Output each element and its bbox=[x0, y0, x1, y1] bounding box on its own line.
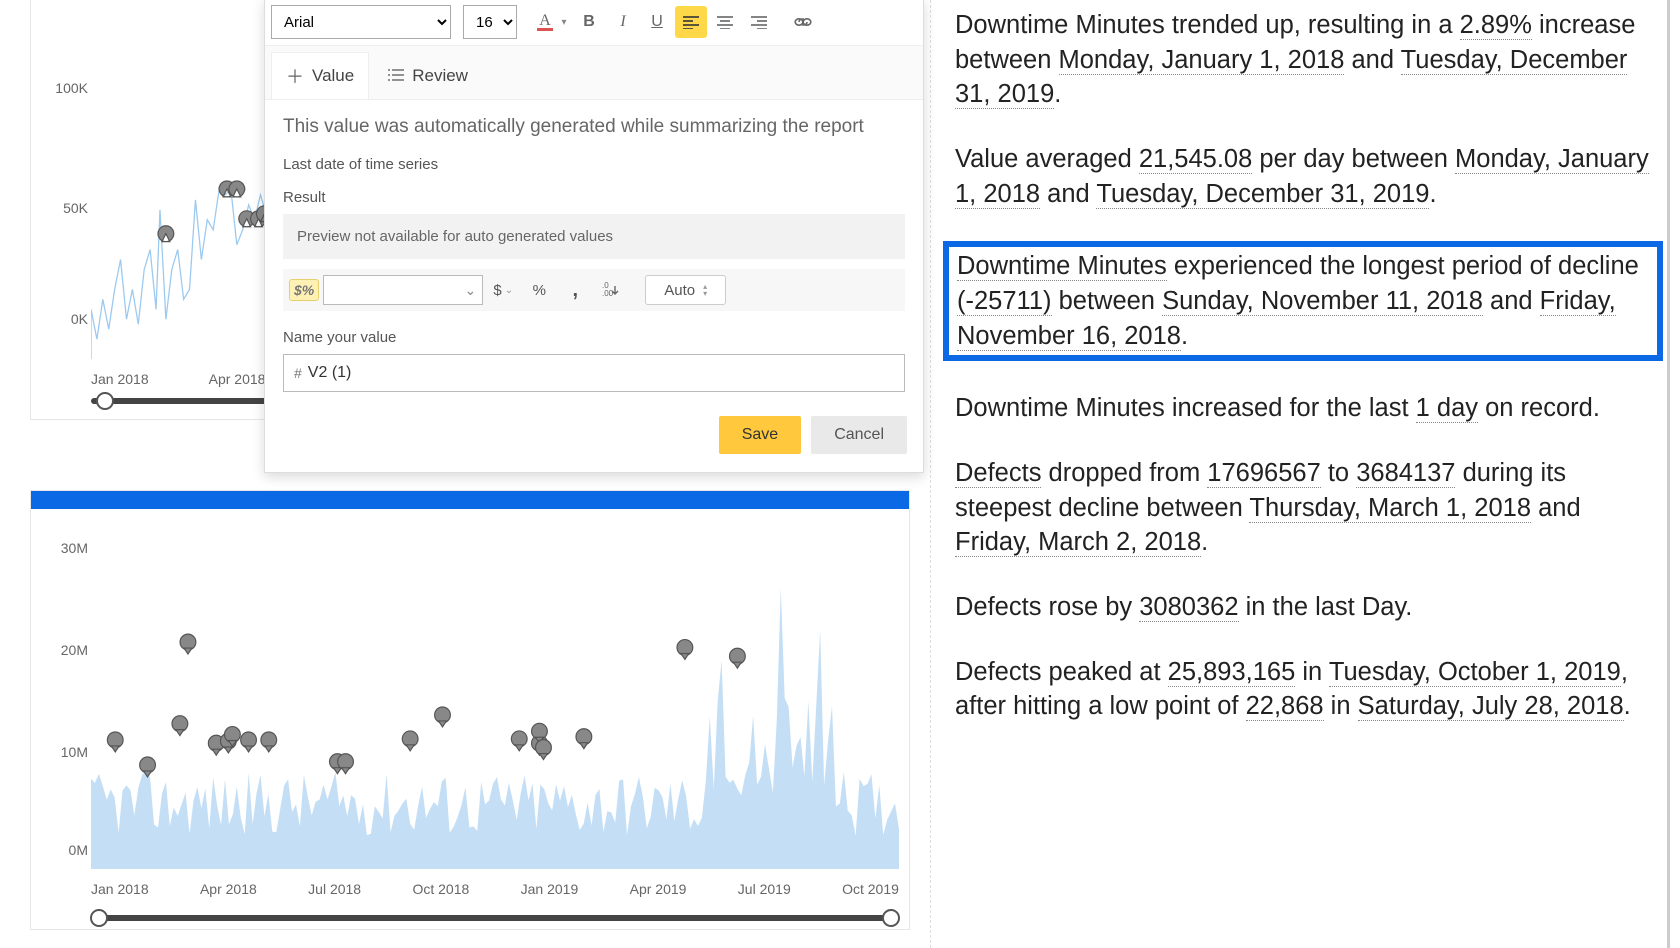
align-left-button[interactable] bbox=[675, 6, 707, 38]
slider-thumb-left[interactable] bbox=[96, 392, 114, 410]
format-row: $% ⌄ $ ⌄ % , .0.00 Auto ▴▾ bbox=[283, 269, 905, 311]
insight-paragraph[interactable]: Defects dropped from 17696567 to 3684137… bbox=[955, 456, 1653, 560]
x-tick: Jan 2018 bbox=[91, 881, 149, 901]
chart-header-band bbox=[31, 491, 909, 509]
x-tick: Apr 2019 bbox=[630, 881, 687, 901]
insight-paragraph-selected[interactable]: Downtime Minutes experienced the longest… bbox=[943, 241, 1663, 361]
insight-value[interactable]: 2.89% bbox=[1460, 11, 1532, 40]
slider-thumb-right[interactable] bbox=[882, 909, 900, 927]
format-type-dropdown[interactable]: ⌄ bbox=[323, 275, 483, 305]
tab-value[interactable]: ＋ Value bbox=[271, 52, 369, 99]
format-currency-button[interactable]: $ ⌄ bbox=[487, 275, 519, 305]
align-center-button[interactable] bbox=[709, 6, 741, 38]
value-description: Last date of time series bbox=[283, 156, 905, 173]
y-tick: 50K bbox=[63, 200, 88, 216]
chevron-down-icon: ⌄ bbox=[505, 285, 513, 296]
chart2-y-axis: 30M 20M 10M 0M bbox=[39, 491, 94, 869]
list-icon bbox=[388, 66, 404, 87]
smart-narrative-value-dialog: Arial 16 A ▾ B I U bbox=[264, 0, 924, 473]
insight-paragraph[interactable]: Downtime Minutes trended up, resulting i… bbox=[955, 8, 1653, 112]
dialog-buttons: Save Cancel bbox=[265, 398, 923, 460]
value-name-text: V2 (1) bbox=[308, 364, 352, 382]
underline-button[interactable]: U bbox=[641, 6, 673, 38]
insight-value[interactable]: Monday, January 1, 2018 bbox=[1059, 46, 1345, 75]
insight-value[interactable]: 17696567 bbox=[1207, 459, 1320, 488]
insight-value[interactable]: Saturday, July 28, 2018 bbox=[1358, 692, 1624, 721]
y-tick: 30M bbox=[61, 540, 88, 556]
insight-paragraph[interactable]: Defects rose by 3080362 in the last Day. bbox=[955, 590, 1653, 625]
x-tick: Jan 2019 bbox=[521, 881, 579, 901]
chart2-range-slider[interactable] bbox=[91, 915, 899, 921]
format-percent-button[interactable]: % bbox=[523, 275, 555, 305]
font-family-select[interactable]: Arial bbox=[271, 5, 451, 39]
chart1-range-slider[interactable] bbox=[91, 398, 269, 404]
x-tick: Oct 2019 bbox=[842, 881, 899, 901]
x-tick: Apr 2018 bbox=[200, 881, 257, 901]
format-badge-icon: $% bbox=[289, 279, 319, 301]
insight-value[interactable]: 3684137 bbox=[1356, 459, 1455, 488]
insight-paragraph[interactable]: Value averaged 21,545.08 per day between… bbox=[955, 142, 1653, 211]
hash-icon: # bbox=[294, 365, 302, 381]
tab-label: Value bbox=[312, 66, 354, 86]
x-tick: Jan 2018 bbox=[91, 371, 149, 391]
plus-icon: ＋ bbox=[286, 63, 304, 89]
hyperlink-button[interactable] bbox=[787, 6, 819, 38]
format-decimal-button[interactable]: .0.00 bbox=[595, 275, 627, 305]
tab-review[interactable]: Review bbox=[373, 52, 483, 99]
y-tick: 100K bbox=[55, 80, 88, 96]
save-button[interactable]: Save bbox=[719, 416, 801, 454]
value-name-input[interactable]: # V2 (1) bbox=[283, 354, 905, 392]
y-tick: 0M bbox=[69, 842, 88, 858]
insight-value[interactable]: Thursday, March 1, 2018 bbox=[1249, 494, 1531, 523]
insight-value[interactable]: 1 day bbox=[1416, 394, 1478, 423]
insight-value[interactable]: Tuesday, October 1, 2019 bbox=[1329, 658, 1621, 687]
align-right-button[interactable] bbox=[743, 6, 775, 38]
tab-label: Review bbox=[412, 66, 468, 86]
x-tick: Jul 2019 bbox=[738, 881, 791, 901]
dialog-body: This value was automatically generated w… bbox=[265, 100, 923, 398]
chart2-plot-area bbox=[91, 521, 899, 869]
smart-narrative-text[interactable]: Downtime Minutes trended up, resulting i… bbox=[930, 0, 1670, 948]
chevron-down-icon: ⌄ bbox=[465, 282, 477, 299]
dialog-tabs: ＋ Value Review bbox=[265, 46, 923, 100]
insight-paragraph[interactable]: Defects peaked at 25,893,165 in Tuesday,… bbox=[955, 655, 1653, 724]
chart2-x-axis: Jan 2018 Apr 2018 Jul 2018 Oct 2018 Jan … bbox=[91, 881, 899, 901]
bold-button[interactable]: B bbox=[573, 6, 605, 38]
insight-value[interactable]: 3080362 bbox=[1139, 593, 1238, 622]
font-size-select[interactable]: 16 bbox=[463, 5, 517, 39]
auto-generated-hint: This value was automatically generated w… bbox=[283, 116, 905, 138]
result-preview: Preview not available for auto generated… bbox=[283, 214, 905, 259]
insight-paragraph[interactable]: Downtime Minutes increased for the last … bbox=[955, 391, 1653, 426]
y-tick: 10M bbox=[61, 744, 88, 760]
report-canvas-left: 100K 50K 0K Jan 2018 Apr 2018 bbox=[10, 0, 930, 948]
insight-value[interactable]: 22,868 bbox=[1246, 692, 1324, 721]
insight-value[interactable]: Downtime Minutes bbox=[957, 252, 1167, 281]
y-tick: 20M bbox=[61, 642, 88, 658]
svg-text:.00: .00 bbox=[602, 289, 614, 298]
slider-thumb-left[interactable] bbox=[90, 909, 108, 927]
y-tick: 0K bbox=[71, 311, 88, 327]
insight-value[interactable]: Defects bbox=[955, 459, 1041, 488]
insight-value[interactable]: 21,545.08 bbox=[1139, 145, 1252, 174]
font-color-caret[interactable]: ▾ bbox=[557, 6, 571, 38]
insight-value[interactable]: (-25711) bbox=[957, 287, 1052, 316]
insight-value[interactable]: Friday, March 2, 2018 bbox=[955, 528, 1201, 557]
insight-value[interactable]: Tuesday, December 31, 2019 bbox=[1096, 180, 1429, 209]
stepper-icon: ▴▾ bbox=[703, 283, 707, 297]
format-auto-label: Auto bbox=[664, 282, 695, 299]
x-tick: Oct 2018 bbox=[412, 881, 469, 901]
chart1-y-axis: 100K 50K 0K bbox=[39, 0, 94, 359]
text-format-toolbar: Arial 16 A ▾ B I U bbox=[265, 0, 923, 46]
insight-value[interactable]: Sunday, November 11, 2018 bbox=[1162, 287, 1483, 316]
format-auto-dropdown[interactable]: Auto ▴▾ bbox=[645, 275, 726, 305]
name-label: Name your value bbox=[283, 329, 905, 346]
x-tick: Jul 2018 bbox=[308, 881, 361, 901]
italic-button[interactable]: I bbox=[607, 6, 639, 38]
format-thousands-button[interactable]: , bbox=[559, 275, 591, 305]
result-label: Result bbox=[283, 189, 905, 206]
cancel-button[interactable]: Cancel bbox=[811, 416, 907, 454]
x-tick: Apr 2018 bbox=[209, 371, 266, 391]
chart-defects[interactable]: 30M 20M 10M 0M Jan 2018 Apr 2018 Jul 201… bbox=[30, 490, 910, 930]
insight-value[interactable]: 25,893,165 bbox=[1168, 658, 1296, 687]
